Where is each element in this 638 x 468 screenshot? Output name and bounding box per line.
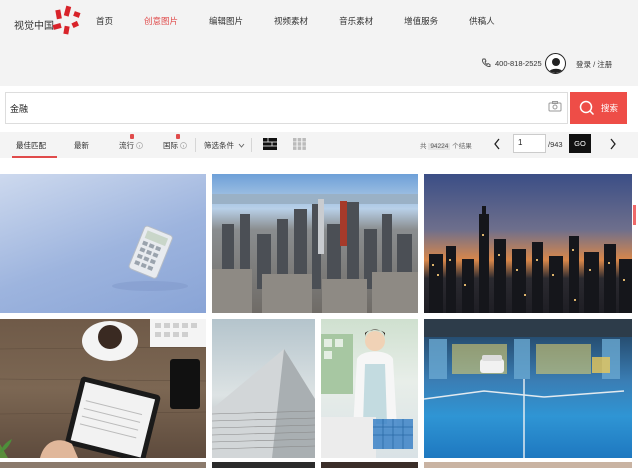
results-total: 94224 — [428, 143, 451, 150]
phone-number: 400-818-2525 — [495, 58, 542, 68]
top-navigation-bar — [0, 0, 638, 86]
info-icon — [180, 142, 187, 149]
info-icon — [136, 142, 143, 149]
tab-international[interactable]: 国际 — [163, 140, 187, 151]
skyscraper-photo[interactable] — [212, 319, 315, 458]
tab-latest[interactable]: 最新 — [74, 140, 89, 151]
camera-icon[interactable] — [548, 100, 562, 112]
next-page-icon[interactable] — [609, 138, 617, 150]
active-tab-underline — [12, 156, 57, 158]
go-button[interactable]: GO — [569, 134, 591, 153]
search-button-label: 搜索 — [600, 103, 618, 113]
parking-garage-photo[interactable] — [424, 319, 632, 458]
filter-divider — [195, 138, 196, 152]
next-row-photo[interactable] — [424, 462, 632, 468]
results-count: 共 94224 个结果 — [420, 140, 472, 150]
next-row-photo[interactable] — [212, 462, 315, 468]
phone-icon — [482, 58, 491, 67]
desk-tablet-graphic — [0, 319, 206, 458]
desk-tablet-photo[interactable] — [0, 319, 206, 458]
grid-view-icon[interactable] — [293, 138, 306, 150]
nav-item-services[interactable]: 增值服务 — [404, 15, 438, 27]
phone-contact: 400-818-2525 — [481, 58, 542, 68]
nav-item-home[interactable]: 首页 — [96, 15, 113, 27]
nav-item-video[interactable]: 视频素材 — [274, 15, 308, 27]
next-row-photo[interactable] — [0, 462, 206, 468]
page-total: /943 — [548, 140, 563, 149]
city-aerial-photo[interactable] — [212, 174, 418, 313]
page-number-input[interactable]: 1 — [513, 134, 546, 153]
leaf-icon — [0, 439, 12, 453]
tab-international-label: 国际 — [163, 141, 178, 150]
tab-popular-label: 流行 — [119, 141, 134, 150]
scrollbar-thumb[interactable] — [633, 205, 636, 225]
tab-best-match[interactable]: 最佳匹配 — [16, 140, 46, 151]
skyscraper-graphic — [212, 349, 315, 458]
user-avatar[interactable] — [545, 53, 566, 74]
parking-garage-graphic — [424, 319, 632, 458]
main-navigation: 首页 创意图片 编辑图片 视频素材 音乐素材 增值服务 供稿人 — [96, 15, 526, 27]
chevron-down-icon — [238, 143, 245, 148]
filter-divider — [251, 138, 252, 152]
city-aerial-graphic — [212, 194, 418, 313]
shop-clerk-photo[interactable] — [321, 319, 418, 458]
filter-conditions-label: 筛选条件 — [204, 141, 234, 150]
calculator-photo[interactable] — [0, 174, 206, 313]
results-suffix: 个结果 — [452, 143, 472, 150]
search-button[interactable]: 搜索 — [570, 92, 627, 124]
list-view-icon[interactable] — [263, 138, 277, 150]
tab-popular[interactable]: 流行 — [119, 140, 143, 151]
search-icon — [579, 100, 595, 116]
search-box — [5, 92, 568, 124]
filter-conditions-dropdown[interactable]: 筛选条件 — [204, 140, 245, 151]
nav-item-editorial-images[interactable]: 编辑图片 — [209, 15, 243, 27]
search-input[interactable] — [10, 101, 510, 115]
city-night-graphic — [429, 206, 632, 313]
brand-logo-icon — [52, 5, 81, 35]
shop-clerk-graphic — [321, 329, 413, 458]
popular-badge: ​ — [130, 134, 134, 139]
prev-page-icon[interactable] — [493, 138, 501, 150]
results-prefix: 共 — [420, 143, 427, 150]
nav-item-contributors[interactable]: 供稿人 — [469, 15, 495, 27]
login-register-link[interactable]: 登录 / 注册 — [576, 59, 612, 70]
nav-item-music[interactable]: 音乐素材 — [339, 15, 373, 27]
brand-logo[interactable]: 视觉中国 — [14, 5, 90, 38]
next-row-photo[interactable] — [321, 462, 418, 468]
nav-item-creative-images[interactable]: 创意图片 — [144, 15, 178, 27]
city-night-photo[interactable] — [424, 174, 632, 313]
international-badge: ​ — [176, 134, 180, 139]
calculator-graphic — [112, 225, 188, 291]
